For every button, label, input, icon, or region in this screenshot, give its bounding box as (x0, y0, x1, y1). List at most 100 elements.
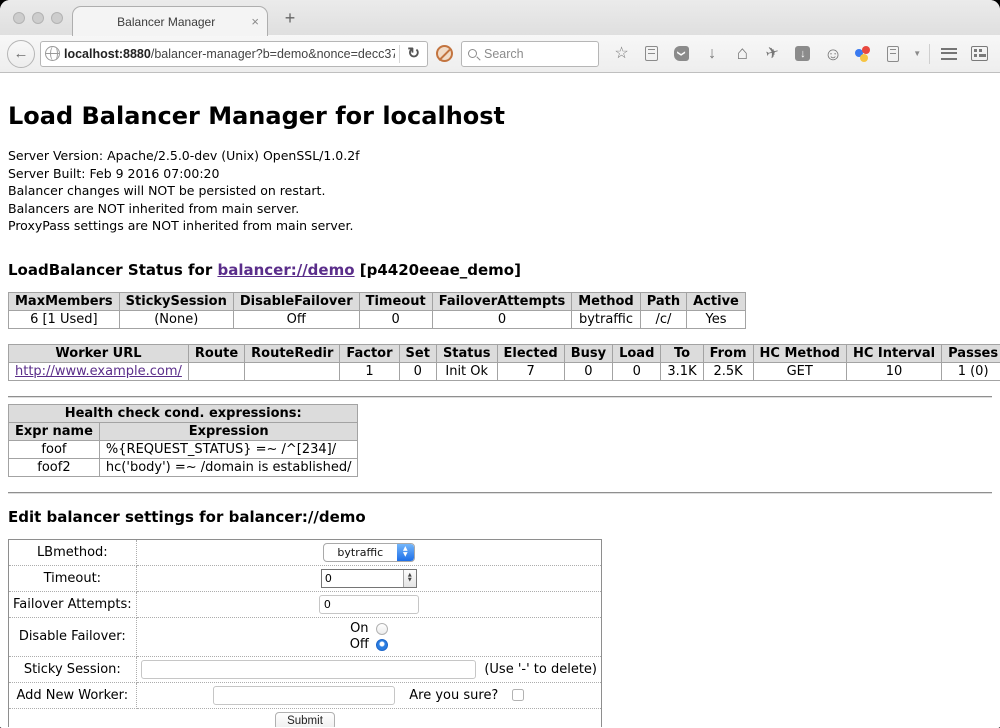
cell-method: bytraffic (572, 310, 640, 328)
cell-factor: 1 (340, 362, 399, 380)
feedback-smiley-icon[interactable]: ☺ (820, 41, 847, 67)
notes-panel-icon[interactable] (880, 41, 907, 67)
timeout-row: Timeout: ▲▼ (9, 565, 602, 591)
col-timeout: Timeout (359, 292, 432, 310)
search-bar[interactable] (461, 41, 599, 67)
adblock-icon[interactable] (436, 45, 453, 62)
reload-icon[interactable]: ↻ (404, 46, 423, 61)
downloads-icon[interactable]: ↓ (699, 41, 726, 67)
server-version-line: Server Version: Apache/2.5.0-dev (Unix) … (8, 147, 992, 165)
number-spinner-icon[interactable]: ▲▼ (403, 570, 416, 587)
cell-route (188, 362, 244, 380)
status-heading-prefix: LoadBalancer Status for (8, 261, 217, 279)
close-window-icon[interactable] (13, 12, 25, 24)
add-worker-input[interactable] (213, 686, 395, 705)
radio-off[interactable] (376, 639, 388, 651)
select-stepper-icon: ▲▼ (397, 544, 414, 561)
failover-attempts-label: Failover Attempts: (9, 591, 137, 617)
col-expr-name: Expr name (9, 422, 100, 440)
col-hc-interval: HC Interval (846, 344, 941, 362)
tab-bar: Balancer Manager × + (0, 0, 1000, 35)
page-title: Load Balancer Manager for localhost (8, 102, 992, 130)
radio-on[interactable] (376, 623, 388, 635)
hamburger-glyph (941, 48, 957, 60)
home-icon[interactable]: ⌂ (729, 41, 756, 67)
square-down-glyph: ↓ (795, 46, 810, 61)
cell-maxmembers: 6 [1 Used] (9, 310, 120, 328)
url-domain: localhost:8880 (64, 47, 151, 61)
navigation-toolbar: ← localhost:8880/balancer-manager?b=demo… (0, 35, 1000, 73)
cell-elected: 7 (497, 362, 564, 380)
star-glyph: ☆ (614, 46, 628, 62)
health-check-table: Health check cond. expressions: Expr nam… (8, 404, 358, 477)
col-method: Method (572, 292, 640, 310)
balancer-header-row: MaxMembers StickySession DisableFailover… (9, 292, 746, 310)
failover-attempts-input[interactable] (319, 595, 419, 614)
lbmethod-select[interactable]: bytraffic ▲▼ (323, 543, 415, 562)
disable-failover-label: Disable Failover: (9, 617, 137, 656)
lbmethod-label: LBmethod: (9, 539, 137, 565)
addon-grid-icon[interactable] (966, 41, 993, 67)
sticky-session-input[interactable] (141, 660, 477, 679)
url-text[interactable]: localhost:8880/balancer-manager?b=demo&n… (64, 47, 395, 61)
proxypass-note-line: ProxyPass settings are NOT inherited fro… (8, 217, 992, 235)
submit-button[interactable]: Submit (275, 712, 335, 728)
col-set: Set (399, 344, 436, 362)
health-title-row: Health check cond. expressions: (9, 404, 358, 422)
cell-timeout: 0 (359, 310, 432, 328)
url-bar[interactable]: localhost:8880/balancer-manager?b=demo&n… (40, 41, 428, 67)
dropdown-caret-icon[interactable]: ▼ (910, 41, 924, 67)
cell-expr-name-1: foof (9, 440, 100, 458)
globe-icon (45, 46, 60, 61)
download-arrow-glyph: ↓ (708, 46, 716, 62)
reading-list-icon[interactable] (638, 41, 665, 67)
balancer-demo-link[interactable]: balancer://demo (217, 261, 354, 279)
health-header-row: Expr name Expression (9, 422, 358, 440)
container-icon (887, 46, 899, 62)
back-button[interactable]: ← (7, 40, 35, 68)
worker-url-link[interactable]: http://www.example.com/ (15, 364, 182, 379)
col-failoverattempts: FailoverAttempts (432, 292, 572, 310)
radio-on-row: On (141, 621, 597, 637)
extension-dots-icon[interactable] (850, 41, 877, 67)
are-you-sure-checkbox[interactable] (512, 689, 524, 701)
worker-table: Worker URL Route RouteRedir Factor Set S… (8, 344, 1000, 381)
cell-routeredir (245, 362, 340, 380)
col-worker-url: Worker URL (9, 344, 189, 362)
window-controls (13, 12, 63, 24)
home-glyph: ⌂ (737, 44, 748, 63)
zoom-window-icon[interactable] (51, 12, 63, 24)
col-routeredir: RouteRedir (245, 344, 340, 362)
plane-glyph: ✈ (764, 44, 781, 63)
active-tab[interactable]: Balancer Manager × (72, 6, 268, 36)
col-to: To (661, 344, 703, 362)
cell-failoverattempts: 0 (432, 310, 572, 328)
col-load: Load (613, 344, 661, 362)
balancer-status-table: MaxMembers StickySession DisableFailover… (8, 292, 746, 329)
send-tab-icon[interactable]: ✈ (759, 41, 786, 67)
search-input[interactable] (482, 46, 592, 62)
col-busy: Busy (564, 344, 612, 362)
new-tab-button[interactable]: + (278, 8, 302, 29)
server-built-line: Server Built: Feb 9 2016 07:00:20 (8, 165, 992, 183)
inherit-note-line: Balancers are NOT inherited from main se… (8, 200, 992, 218)
pocket-icon[interactable]: ❯ (668, 41, 695, 67)
timeout-input-wrap: ▲▼ (321, 569, 417, 588)
minimize-window-icon[interactable] (32, 12, 44, 24)
cell-load: 0 (613, 362, 661, 380)
search-icon (468, 49, 477, 58)
tab-title: Balancer Manager (81, 15, 251, 29)
col-factor: Factor (340, 344, 399, 362)
bookmark-star-icon[interactable]: ☆ (608, 41, 635, 67)
cell-hc-interval: 10 (846, 362, 941, 380)
save-panel-icon[interactable]: ↓ (789, 41, 816, 67)
timeout-input[interactable] (322, 570, 403, 587)
grid-glyph (971, 46, 988, 61)
menu-hamburger-icon[interactable] (936, 41, 963, 67)
add-worker-row: Add New Worker: Are you sure? (9, 682, 602, 708)
cell-busy: 0 (564, 362, 612, 380)
tab-close-icon[interactable]: × (251, 15, 259, 28)
col-route: Route (188, 344, 244, 362)
sticky-session-label: Sticky Session: (9, 656, 137, 682)
toolbar-icons: ☆ ❯ ↓ ⌂ ✈ ↓ ☺ ▼ (604, 41, 993, 67)
